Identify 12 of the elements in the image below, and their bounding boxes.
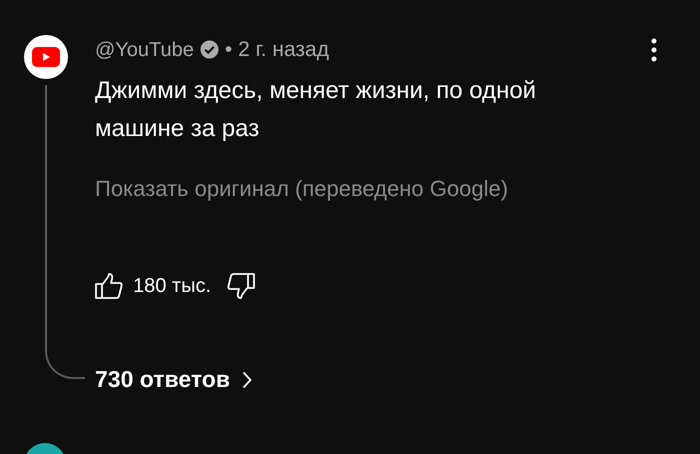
thumbs-down-icon[interactable] <box>227 272 256 298</box>
more-options-icon[interactable] <box>651 38 657 62</box>
like-count: 180 тыс. <box>133 274 212 298</box>
comment-author[interactable]: @YouTube <box>95 34 194 65</box>
thumbs-up-icon[interactable] <box>95 272 123 298</box>
channel-avatar[interactable] <box>24 35 68 79</box>
chevron-right-icon <box>242 370 252 388</box>
replies-button[interactable]: 730 ответов <box>95 352 252 406</box>
comment-time: • 2 г. назад <box>224 37 329 63</box>
comment-text: Джимми здесь, меняет жизни, по одной машине за раз <box>95 76 538 144</box>
play-logo-icon <box>32 47 60 67</box>
show-original-link[interactable]: Показать оригинал (переведено Google) <box>95 172 700 204</box>
